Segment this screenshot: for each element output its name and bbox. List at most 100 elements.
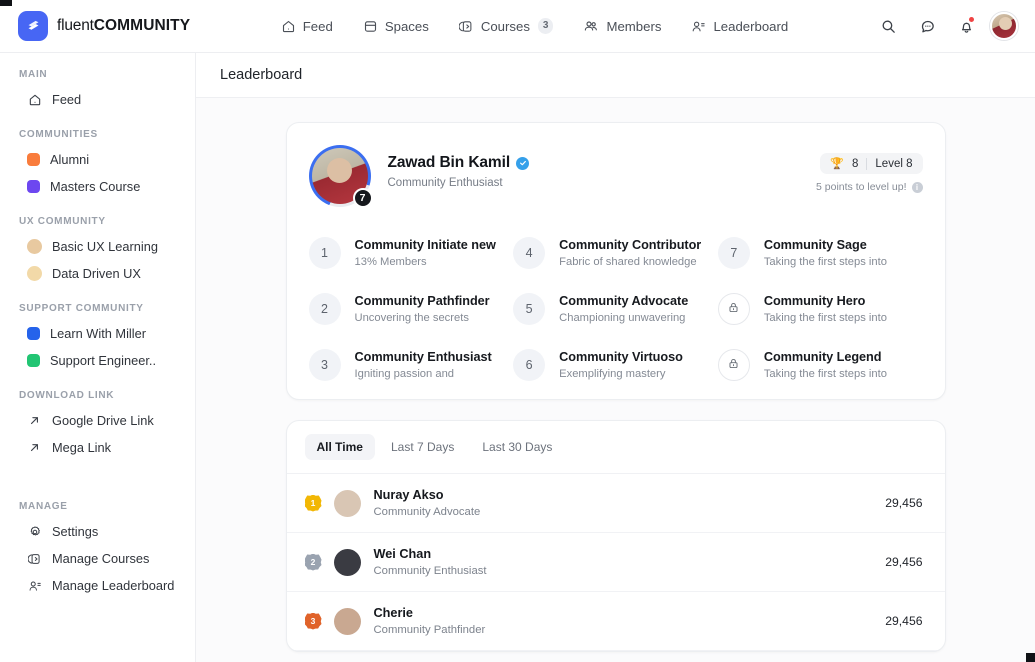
nav-label-spaces: Spaces	[385, 19, 429, 34]
sidebar-item-label: Support Engineer..	[50, 353, 156, 368]
window-corner-mark-top	[0, 0, 12, 6]
badge-title: Community Initiate new	[355, 238, 496, 252]
search-icon[interactable]	[873, 11, 903, 41]
nav-item-members[interactable]: Members	[579, 12, 665, 40]
sidebar-item-support-engineer[interactable]: Support Engineer..	[8, 347, 187, 374]
sidebar-heading-manage: MANAGE	[0, 501, 195, 518]
badge-title: Community Sage	[764, 238, 887, 252]
courses-count-badge: 3	[538, 18, 554, 34]
badge-text: Community Advocate Championing unwaverin…	[559, 294, 688, 324]
rank-badge: 1	[305, 495, 322, 512]
nav-item-feed[interactable]: Feed	[277, 13, 337, 40]
messages-icon[interactable]	[912, 11, 942, 41]
badge-subtitle: Exemplifying mastery	[559, 368, 683, 380]
badge-item[interactable]: 7 Community Sage Taking the first steps …	[718, 237, 923, 269]
profile-avatar[interactable]: 7	[309, 145, 371, 207]
rank-badge: 3	[305, 613, 322, 630]
layers-icon	[363, 19, 378, 34]
badge-item-locked[interactable]: Community Legend Taking the first steps …	[718, 349, 923, 381]
badge-text: Community Initiate new 13% Members	[355, 238, 496, 268]
content-scroll-area[interactable]: 7 Zawad Bin Kamil Community Enthusiast	[196, 98, 1035, 662]
leaderboard-row[interactable]: 1 Nuray Akso Community Advocate 29,456	[287, 474, 945, 533]
nav-label-courses: Courses	[481, 19, 530, 34]
nav-item-spaces[interactable]: Spaces	[359, 13, 433, 40]
page-title: Leaderboard	[220, 67, 302, 83]
nav-item-leaderboard[interactable]: Leaderboard	[687, 13, 792, 40]
badge-item[interactable]: 3 Community Enthusiast Igniting passion …	[309, 349, 514, 381]
badge-title: Community Legend	[764, 350, 887, 364]
badge-item-locked[interactable]: Community Hero Taking the first steps in…	[718, 293, 923, 325]
badge-text: Community Hero Taking the first steps in…	[764, 294, 887, 324]
main-content: Leaderboard 7 Zawad Bin Kamil	[196, 53, 1035, 662]
sidebar-item-learn-with-miller[interactable]: Learn With Miller	[8, 320, 187, 347]
badge-rank-circle: 5	[513, 293, 545, 325]
window-resize-corner[interactable]	[1026, 653, 1035, 662]
courses-icon	[27, 552, 42, 566]
sidebar-item-manage-leaderboard[interactable]: Manage Leaderboard	[8, 572, 187, 599]
sidebar-item-google-drive-link[interactable]: Google Drive Link	[8, 407, 187, 434]
badge-title: Community Virtuoso	[559, 350, 683, 364]
members-icon	[583, 18, 599, 34]
avatar[interactable]	[990, 12, 1018, 40]
avatar	[334, 608, 361, 635]
courses-icon	[459, 19, 474, 34]
leaderboard-points: 29,456	[885, 614, 922, 628]
profile-meta: Zawad Bin Kamil Community Enthusiast	[388, 145, 817, 189]
points-to-level-up: 5 points to level up!	[816, 181, 906, 193]
profile-header: 7 Zawad Bin Kamil Community Enthusiast	[309, 145, 923, 207]
top-navigation-bar: fluentCOMMUNITY Feed Spaces Courses 3	[0, 0, 1035, 53]
leaderboard-row-info: Nuray Akso Community Advocate	[374, 488, 886, 518]
sidebar-item-data-driven-ux[interactable]: Data Driven UX	[8, 260, 187, 287]
info-icon[interactable]: i	[912, 182, 923, 193]
badge-item[interactable]: 1 Community Initiate new 13% Members	[309, 237, 514, 269]
home-icon	[27, 93, 42, 107]
badge-item[interactable]: 5 Community Advocate Championing unwaver…	[513, 293, 718, 325]
topbar-actions	[873, 11, 1035, 41]
badge-rank-circle: 4	[513, 237, 545, 269]
badge-title: Community Enthusiast	[355, 350, 492, 364]
tab-all-time[interactable]: All Time	[305, 434, 375, 460]
sidebar-item-mega-link[interactable]: Mega Link	[8, 434, 187, 461]
trophy-icon: 🏆	[830, 157, 844, 170]
sidebar-item-alumni[interactable]: Alumni	[8, 146, 187, 173]
gear-icon	[27, 525, 42, 539]
leaderboard-member-role: Community Enthusiast	[374, 565, 886, 577]
badge-item[interactable]: 4 Community Contributor Fabric of shared…	[513, 237, 718, 269]
notifications-icon[interactable]	[951, 11, 981, 41]
sidebar-item-label: Alumni	[50, 152, 89, 167]
leaderboard-row[interactable]: 3 Cherie Community Pathfinder 29,456	[287, 592, 945, 651]
leaderboard-icon	[691, 19, 706, 34]
nav-item-courses[interactable]: Courses 3	[455, 12, 558, 40]
leaderboard-row-info: Cherie Community Pathfinder	[374, 606, 886, 636]
sidebar-item-settings[interactable]: Settings	[8, 518, 187, 545]
content-column: 7 Zawad Bin Kamil Community Enthusiast	[286, 122, 946, 652]
leaderboard-member-name: Wei Chan	[374, 547, 886, 561]
page-header: Leaderboard	[196, 53, 1035, 98]
sidebar-item-manage-courses[interactable]: Manage Courses	[8, 545, 187, 572]
badge-rank-circle: 1	[309, 237, 341, 269]
tab-last-7-days[interactable]: Last 7 Days	[379, 434, 466, 460]
badge-item[interactable]: 2 Community Pathfinder Uncovering the se…	[309, 293, 514, 325]
badge-item[interactable]: 6 Community Virtuoso Exemplifying master…	[513, 349, 718, 381]
badge-text: Community Sage Taking the first steps in…	[764, 238, 887, 268]
leaderboard-member-role: Community Pathfinder	[374, 624, 886, 636]
badge-subtitle: Championing unwavering	[559, 312, 688, 324]
badge-rank-circle: 7	[718, 237, 750, 269]
brand-logo[interactable]: fluentCOMMUNITY	[0, 11, 196, 41]
leaderboard-row[interactable]: 2 Wei Chan Community Enthusiast 29,456	[287, 533, 945, 592]
sidebar-item-label: Feed	[52, 92, 81, 107]
lock-icon	[727, 357, 740, 373]
external-link-icon	[27, 414, 42, 427]
sidebar-group-main: MAIN Feed	[0, 69, 195, 113]
leaderboard-member-role: Community Advocate	[374, 506, 886, 518]
badge-lock-circle	[718, 293, 750, 325]
brand-text-bold: COMMUNITY	[94, 17, 190, 34]
sidebar-item-feed[interactable]: Feed	[8, 86, 187, 113]
sidebar-item-masters-course[interactable]: Masters Course	[8, 173, 187, 200]
badge-title: Community Pathfinder	[355, 294, 490, 308]
sidebar-item-label: Manage Leaderboard	[52, 578, 174, 593]
badge-title: Community Contributor	[559, 238, 701, 252]
primary-nav: Feed Spaces Courses 3 Members Leaderbo	[196, 12, 873, 40]
sidebar-item-basic-ux-learning[interactable]: Basic UX Learning	[8, 233, 187, 260]
tab-last-30-days[interactable]: Last 30 Days	[470, 434, 564, 460]
